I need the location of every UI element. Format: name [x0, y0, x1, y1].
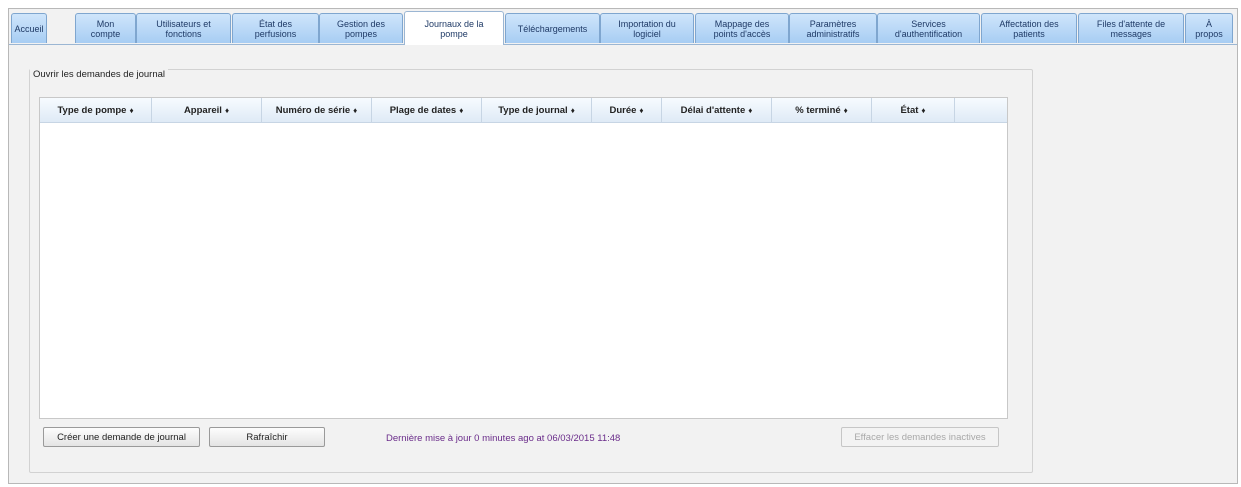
tab-bar-underline: [9, 44, 1237, 45]
table-header: Type de pompe ♦ Appareil ♦ Numéro de série…: [40, 98, 1007, 123]
table-body: [40, 123, 1007, 418]
sort-icon: ♦: [570, 105, 575, 115]
column-label: Délai d'attente: [680, 104, 746, 116]
column-header-pourcent-termine[interactable]: % terminé ♦: [772, 98, 872, 122]
column-label: Type de journal: [498, 104, 568, 116]
group-title: Ouvrir les demandes de journal: [30, 69, 169, 80]
last-update-status: Dernière mise à jour 0 minutes ago at 06…: [386, 433, 621, 444]
sort-icon: ♦: [639, 105, 644, 115]
column-header-type-journal[interactable]: Type de journal ♦: [482, 98, 592, 122]
tab-affectation-patients[interactable]: Affectation des patients: [981, 13, 1077, 43]
column-header-type-pompe[interactable]: Type de pompe ♦: [40, 98, 152, 122]
sort-icon: ♦: [224, 105, 230, 115]
tab-journaux-pompe[interactable]: Journaux de la pompe: [404, 11, 504, 45]
column-label: Numéro de série: [275, 104, 351, 116]
tab-mappage-points-acces[interactable]: Mappage des points d'accès: [695, 13, 789, 43]
tab-mon-compte[interactable]: Mon compte: [75, 13, 136, 43]
column-label: Type de pompe: [57, 104, 127, 116]
clear-inactive-requests-button[interactable]: Effacer les demandes inactives: [841, 427, 999, 447]
tab-importation-logiciel[interactable]: Importation du logiciel: [600, 13, 694, 43]
column-label: % terminé: [795, 104, 841, 116]
column-header-appareil[interactable]: Appareil ♦: [152, 98, 262, 122]
column-label: Plage de dates: [389, 104, 457, 116]
tab-parametres-administratifs[interactable]: Paramètres administratifs: [789, 13, 877, 43]
sort-icon: ♦: [353, 105, 358, 115]
tab-utilisateurs-fonctions[interactable]: Utilisateurs et fonctions: [136, 13, 231, 43]
refresh-button[interactable]: Rafraîchir: [209, 427, 325, 447]
sort-icon: ♦: [129, 105, 134, 115]
column-header-etat[interactable]: État ♦: [872, 98, 955, 122]
tab-a-propos[interactable]: À propos: [1185, 13, 1233, 43]
sort-icon: ♦: [921, 105, 926, 115]
tab-services-authentification[interactable]: Services d'authentification: [877, 13, 980, 43]
create-log-request-button[interactable]: Créer une demande de journal: [43, 427, 200, 447]
sort-icon: ♦: [748, 105, 753, 115]
tab-accueil[interactable]: Accueil: [11, 13, 47, 43]
tab-gestion-pompes[interactable]: Gestion des pompes: [319, 13, 403, 43]
column-label: État: [900, 104, 919, 116]
tab-bar: Accueil Mon compte Utilisateurs et fonct…: [9, 11, 1237, 45]
tab-telechargements[interactable]: Téléchargements: [505, 13, 600, 43]
sort-icon: ♦: [843, 105, 848, 115]
column-header-delai-attente[interactable]: Délai d'attente ♦: [662, 98, 772, 122]
tab-etat-perfusions[interactable]: État des perfusions: [232, 13, 319, 43]
column-label: Appareil: [183, 104, 222, 116]
column-label: Durée: [609, 104, 637, 116]
app-window: Accueil Mon compte Utilisateurs et fonct…: [8, 8, 1238, 484]
column-header-plage-dates[interactable]: Plage de dates ♦: [372, 98, 482, 122]
column-header-numero-serie[interactable]: Numéro de série ♦: [262, 98, 372, 122]
tab-files-attente-messages[interactable]: Files d'attente de messages: [1078, 13, 1184, 43]
column-header-duree[interactable]: Durée ♦: [592, 98, 662, 122]
log-requests-table: Type de pompe ♦ Appareil ♦ Numéro de série…: [39, 97, 1008, 419]
sort-icon: ♦: [459, 105, 464, 115]
